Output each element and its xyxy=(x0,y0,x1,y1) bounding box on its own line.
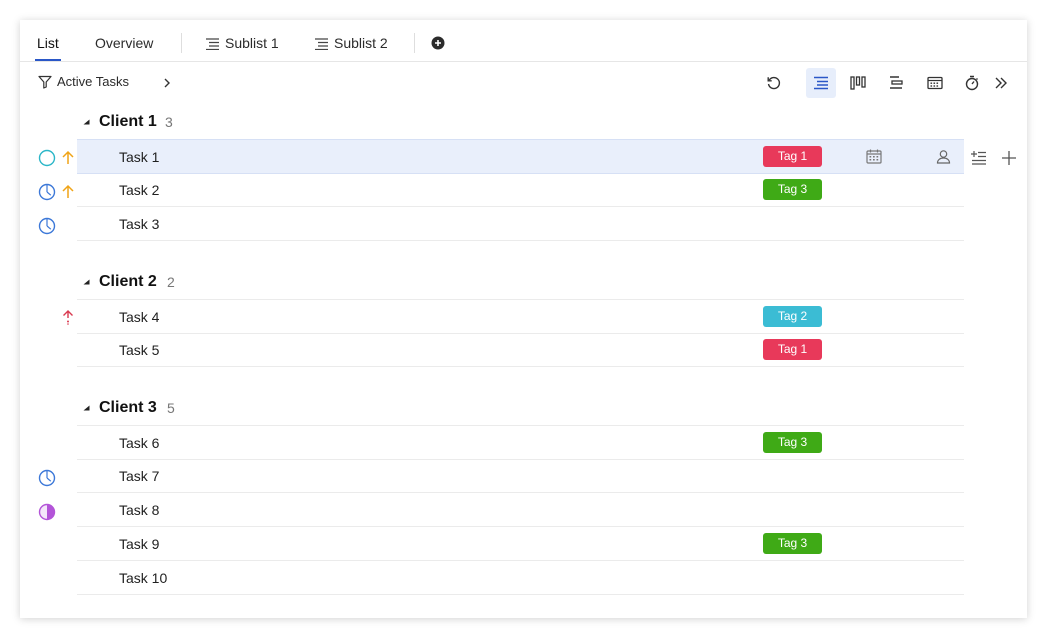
plus-icon[interactable] xyxy=(1001,150,1017,166)
priority-up-icon[interactable] xyxy=(60,309,76,325)
group-count: 2 xyxy=(167,274,175,290)
task-name[interactable]: Task 3 xyxy=(119,216,159,232)
tag-badge[interactable]: Tag 3 xyxy=(763,533,822,554)
task-name[interactable]: Task 1 xyxy=(119,149,159,165)
tab-sublist-2-label: Sublist 2 xyxy=(334,35,388,51)
collapse-caret-icon[interactable] xyxy=(83,279,90,285)
refresh-icon xyxy=(767,76,781,90)
task-list-panel: List Overview Sublist 1 Sublist 2 Active… xyxy=(20,20,1027,618)
status-half-done-icon[interactable] xyxy=(38,503,56,521)
tab-overview[interactable]: Overview xyxy=(95,35,153,61)
board-view-button[interactable] xyxy=(843,68,873,98)
task-name[interactable]: Task 8 xyxy=(119,502,159,518)
table-row[interactable]: Task 2 Tag 3 xyxy=(77,173,964,207)
refresh-button[interactable] xyxy=(759,68,789,98)
board-view-icon xyxy=(850,76,866,90)
task-name[interactable]: Task 6 xyxy=(119,435,159,451)
table-row[interactable]: Task 5 Tag 1 xyxy=(77,333,964,367)
group-name: Client 1 xyxy=(99,113,157,130)
list-view-button[interactable] xyxy=(806,68,836,98)
task-name[interactable]: Task 5 xyxy=(119,342,159,358)
table-row[interactable]: Task 1 Tag 1 xyxy=(77,139,964,174)
task-name[interactable]: Task 2 xyxy=(119,182,159,198)
task-name[interactable]: Task 4 xyxy=(119,309,159,325)
active-tasks-filter[interactable]: Active Tasks xyxy=(38,74,129,94)
list-view-icon xyxy=(814,76,828,90)
table-row[interactable]: Task 9 Tag 3 xyxy=(77,527,964,561)
collapse-caret-icon[interactable] xyxy=(83,405,90,411)
calendar-view-button[interactable] xyxy=(920,68,950,98)
calendar-view-icon xyxy=(927,76,943,90)
priority-up-icon[interactable] xyxy=(60,184,76,200)
task-name[interactable]: Task 9 xyxy=(119,536,159,552)
timer-button[interactable] xyxy=(957,68,987,98)
sublist-icon xyxy=(315,38,328,51)
funnel-icon xyxy=(38,75,52,89)
chevron-right-icon[interactable] xyxy=(163,77,171,89)
status-in-progress-icon[interactable] xyxy=(38,183,56,201)
group-name: Client 3 xyxy=(99,399,157,416)
table-row[interactable]: Task 10 xyxy=(77,561,964,595)
tag-badge[interactable]: Tag 2 xyxy=(763,306,822,327)
plus-circle-icon[interactable] xyxy=(431,36,445,50)
group-count: 3 xyxy=(165,114,173,130)
table-row[interactable]: Task 6 Tag 3 xyxy=(77,425,964,460)
tag-badge[interactable]: Tag 3 xyxy=(763,432,822,453)
tab-divider xyxy=(181,33,182,53)
timer-icon xyxy=(965,75,979,91)
priority-up-icon[interactable] xyxy=(60,150,76,166)
table-row[interactable]: Task 7 xyxy=(77,459,964,493)
tab-divider xyxy=(414,33,415,53)
assignee-icon[interactable] xyxy=(936,149,951,164)
status-open-icon[interactable] xyxy=(38,149,56,167)
gantt-view-icon xyxy=(890,76,903,89)
task-name[interactable]: Task 7 xyxy=(119,468,159,484)
tab-bar: List Overview Sublist 1 Sublist 2 xyxy=(20,20,1027,62)
table-row[interactable]: Task 8 xyxy=(77,493,964,527)
status-in-progress-icon[interactable] xyxy=(38,217,56,235)
table-row[interactable]: Task 4 Tag 2 xyxy=(77,299,964,334)
gantt-view-button[interactable] xyxy=(881,68,911,98)
tag-badge[interactable]: Tag 1 xyxy=(763,339,822,360)
task-name[interactable]: Task 10 xyxy=(119,570,167,586)
tab-sublist-1[interactable]: Sublist 1 xyxy=(206,35,279,61)
tab-sublist-1-label: Sublist 1 xyxy=(225,35,279,51)
sublist-icon xyxy=(206,38,219,51)
group-count: 5 xyxy=(167,400,175,416)
tag-badge[interactable]: Tag 1 xyxy=(763,146,822,167)
group-name: Client 2 xyxy=(99,273,157,290)
double-chevron-right-icon xyxy=(995,77,1007,89)
tab-sublist-2[interactable]: Sublist 2 xyxy=(315,35,388,61)
filter-label: Active Tasks xyxy=(57,74,130,89)
table-row[interactable]: Task 3 xyxy=(77,207,964,241)
tab-list[interactable]: List xyxy=(35,35,61,61)
collapse-caret-icon[interactable] xyxy=(83,119,90,125)
add-subtask-icon[interactable] xyxy=(971,151,987,165)
tag-badge[interactable]: Tag 3 xyxy=(763,179,822,200)
status-in-progress-icon[interactable] xyxy=(38,469,56,487)
more-tools-button[interactable] xyxy=(986,68,1016,98)
calendar-icon[interactable] xyxy=(866,149,882,164)
